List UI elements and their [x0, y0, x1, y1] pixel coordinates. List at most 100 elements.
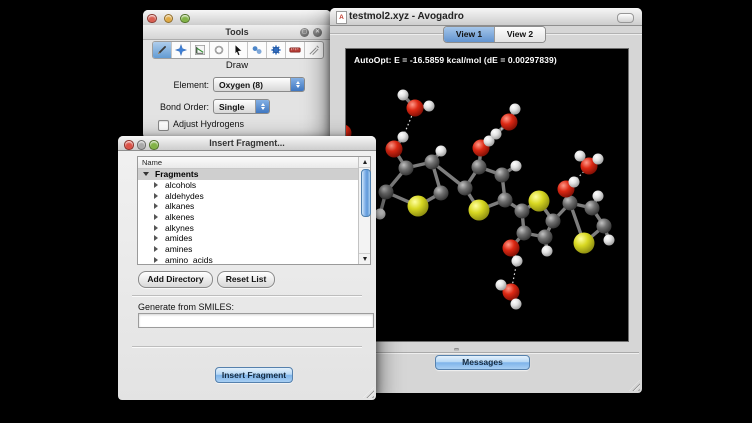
atom-C — [399, 161, 414, 176]
fragment-label: aldehydes — [165, 191, 204, 201]
collapsed-triangle-icon[interactable] — [154, 225, 158, 231]
manipulate-tool-button[interactable] — [210, 42, 229, 58]
window-title: testmol2.xyz - Avogadro — [349, 8, 464, 25]
align-tool-button[interactable] — [305, 42, 323, 58]
adjust-hydrogens-checkbox[interactable] — [158, 120, 169, 131]
draw-tool-button[interactable] — [153, 42, 172, 58]
fragment-list: Name Fragmentsalcoholsaldehydesalkanesal… — [137, 156, 371, 265]
atom-H — [398, 90, 409, 101]
smiles-input[interactable] — [138, 313, 374, 328]
messages-splitter[interactable] — [333, 352, 639, 354]
auto-rotate-tool-button[interactable] — [248, 42, 267, 58]
bond-centric-tool-button[interactable] — [191, 42, 210, 58]
element-label: Element: — [143, 80, 209, 90]
atom-H — [496, 280, 507, 291]
fragment-root-row[interactable]: Fragments — [138, 169, 359, 180]
collapsed-triangle-icon[interactable] — [154, 193, 158, 199]
fragment-item-alkanes[interactable]: alkanes — [138, 201, 359, 212]
collapsed-triangle-icon[interactable] — [154, 182, 158, 188]
zoom-button[interactable] — [149, 140, 159, 150]
tools-toolbar — [152, 41, 324, 59]
tab-view-2[interactable]: View 2 — [495, 27, 545, 42]
navigate-tool-button[interactable] — [172, 42, 191, 58]
fragment-item-amino_acids[interactable]: amino_acids — [138, 255, 359, 265]
main-window: A testmol2.xyz - Avogadro View 1View 2 A… — [330, 8, 642, 393]
collapsed-triangle-icon[interactable] — [154, 246, 158, 252]
fragment-label: Fragments — [155, 169, 198, 179]
tools-window: Tools ◻ ✕ Draw Element: Oxygen (8) Bond … — [143, 10, 331, 138]
minimize-button[interactable] — [164, 14, 174, 24]
collapsed-triangle-icon[interactable] — [154, 257, 158, 263]
atom-O — [386, 141, 403, 158]
insert-fragment-dialog: Insert Fragment... Name Fragmentsalcohol… — [118, 136, 376, 400]
reset-list-button[interactable]: Reset List — [217, 271, 275, 288]
document-proxy-icon[interactable]: A — [336, 11, 347, 24]
atom-H — [436, 146, 447, 157]
expanded-triangle-icon[interactable] — [143, 172, 149, 176]
atom-C — [472, 160, 487, 175]
atom-C — [585, 201, 600, 216]
fragment-item-alkynes[interactable]: alkynes — [138, 222, 359, 233]
fragment-item-amines[interactable]: amines — [138, 244, 359, 255]
tab-view-1[interactable]: View 1 — [444, 27, 495, 42]
selection-tool-button[interactable] — [229, 42, 248, 58]
dock-float-icon[interactable]: ◻ — [300, 28, 309, 37]
atom-C — [597, 219, 612, 234]
vertical-scrollbar[interactable] — [358, 157, 370, 264]
molecule-canvas[interactable] — [346, 49, 628, 341]
dock-close-icon[interactable]: ✕ — [313, 28, 322, 37]
fragment-label: alcohols — [165, 180, 196, 190]
splitter-dimple[interactable] — [454, 348, 459, 351]
atom-S — [529, 191, 550, 212]
minimize-button[interactable] — [137, 140, 147, 150]
atom-H — [375, 209, 386, 220]
scroll-up-icon[interactable] — [359, 157, 370, 168]
atom-H — [593, 191, 604, 202]
fragment-label: amines — [165, 244, 192, 254]
atom-H — [511, 299, 522, 310]
fragment-item-alcohols[interactable]: alcohols — [138, 180, 359, 191]
render-viewport[interactable]: AutoOpt: E = -16.5859 kcal/mol (dE = 0.0… — [345, 48, 629, 342]
atom-H — [593, 154, 604, 165]
autoopt-status-text: AutoOpt: E = -16.5859 kcal/mol (dE = 0.0… — [354, 55, 557, 65]
atom-O — [407, 100, 424, 117]
fragment-item-amides[interactable]: amides — [138, 233, 359, 244]
tools-window-titlebar[interactable] — [143, 10, 331, 26]
bond-order-select[interactable]: Single — [213, 99, 270, 114]
tool-mode-label: Draw — [143, 60, 331, 71]
atom-H — [398, 132, 409, 143]
insert-fragment-button[interactable]: Insert Fragment — [215, 367, 293, 383]
toolbar-pill-button[interactable] — [617, 13, 634, 23]
measure-tool-button[interactable] — [286, 42, 305, 58]
fragment-label: alkenes — [165, 212, 194, 222]
dialog-titlebar[interactable]: Insert Fragment... — [118, 136, 376, 151]
tools-dock-header[interactable]: Tools ◻ ✕ — [143, 25, 331, 40]
resize-grip[interactable] — [629, 380, 640, 391]
zoom-button[interactable] — [180, 14, 190, 24]
atom-S — [469, 200, 490, 221]
atom-H — [604, 235, 615, 246]
atom-H — [491, 129, 502, 140]
atom-C — [458, 181, 473, 196]
element-value: Oxygen (8) — [219, 80, 263, 90]
adjust-hydrogens-label: Adjust Hydrogens — [173, 119, 244, 129]
resize-grip[interactable] — [363, 387, 374, 398]
atom-C — [517, 226, 532, 241]
scrollbar-thumb[interactable] — [361, 169, 371, 217]
close-button[interactable] — [124, 140, 134, 150]
main-window-titlebar[interactable]: A testmol2.xyz - Avogadro — [330, 8, 642, 26]
fragment-item-aldehydes[interactable]: aldehydes — [138, 190, 359, 201]
atom-C — [379, 185, 394, 200]
fragment-item-alkenes[interactable]: alkenes — [138, 212, 359, 223]
messages-button[interactable]: Messages — [435, 355, 530, 370]
auto-optimize-tool-button[interactable] — [267, 42, 286, 58]
collapsed-triangle-icon[interactable] — [154, 214, 158, 220]
scroll-down-icon[interactable] — [359, 253, 370, 264]
collapsed-triangle-icon[interactable] — [154, 235, 158, 241]
close-button[interactable] — [147, 14, 157, 24]
element-select[interactable]: Oxygen (8) — [213, 77, 305, 92]
list-header-name[interactable]: Name — [138, 157, 359, 169]
atom-H — [542, 246, 553, 257]
add-directory-button[interactable]: Add Directory — [138, 271, 213, 288]
collapsed-triangle-icon[interactable] — [154, 203, 158, 209]
